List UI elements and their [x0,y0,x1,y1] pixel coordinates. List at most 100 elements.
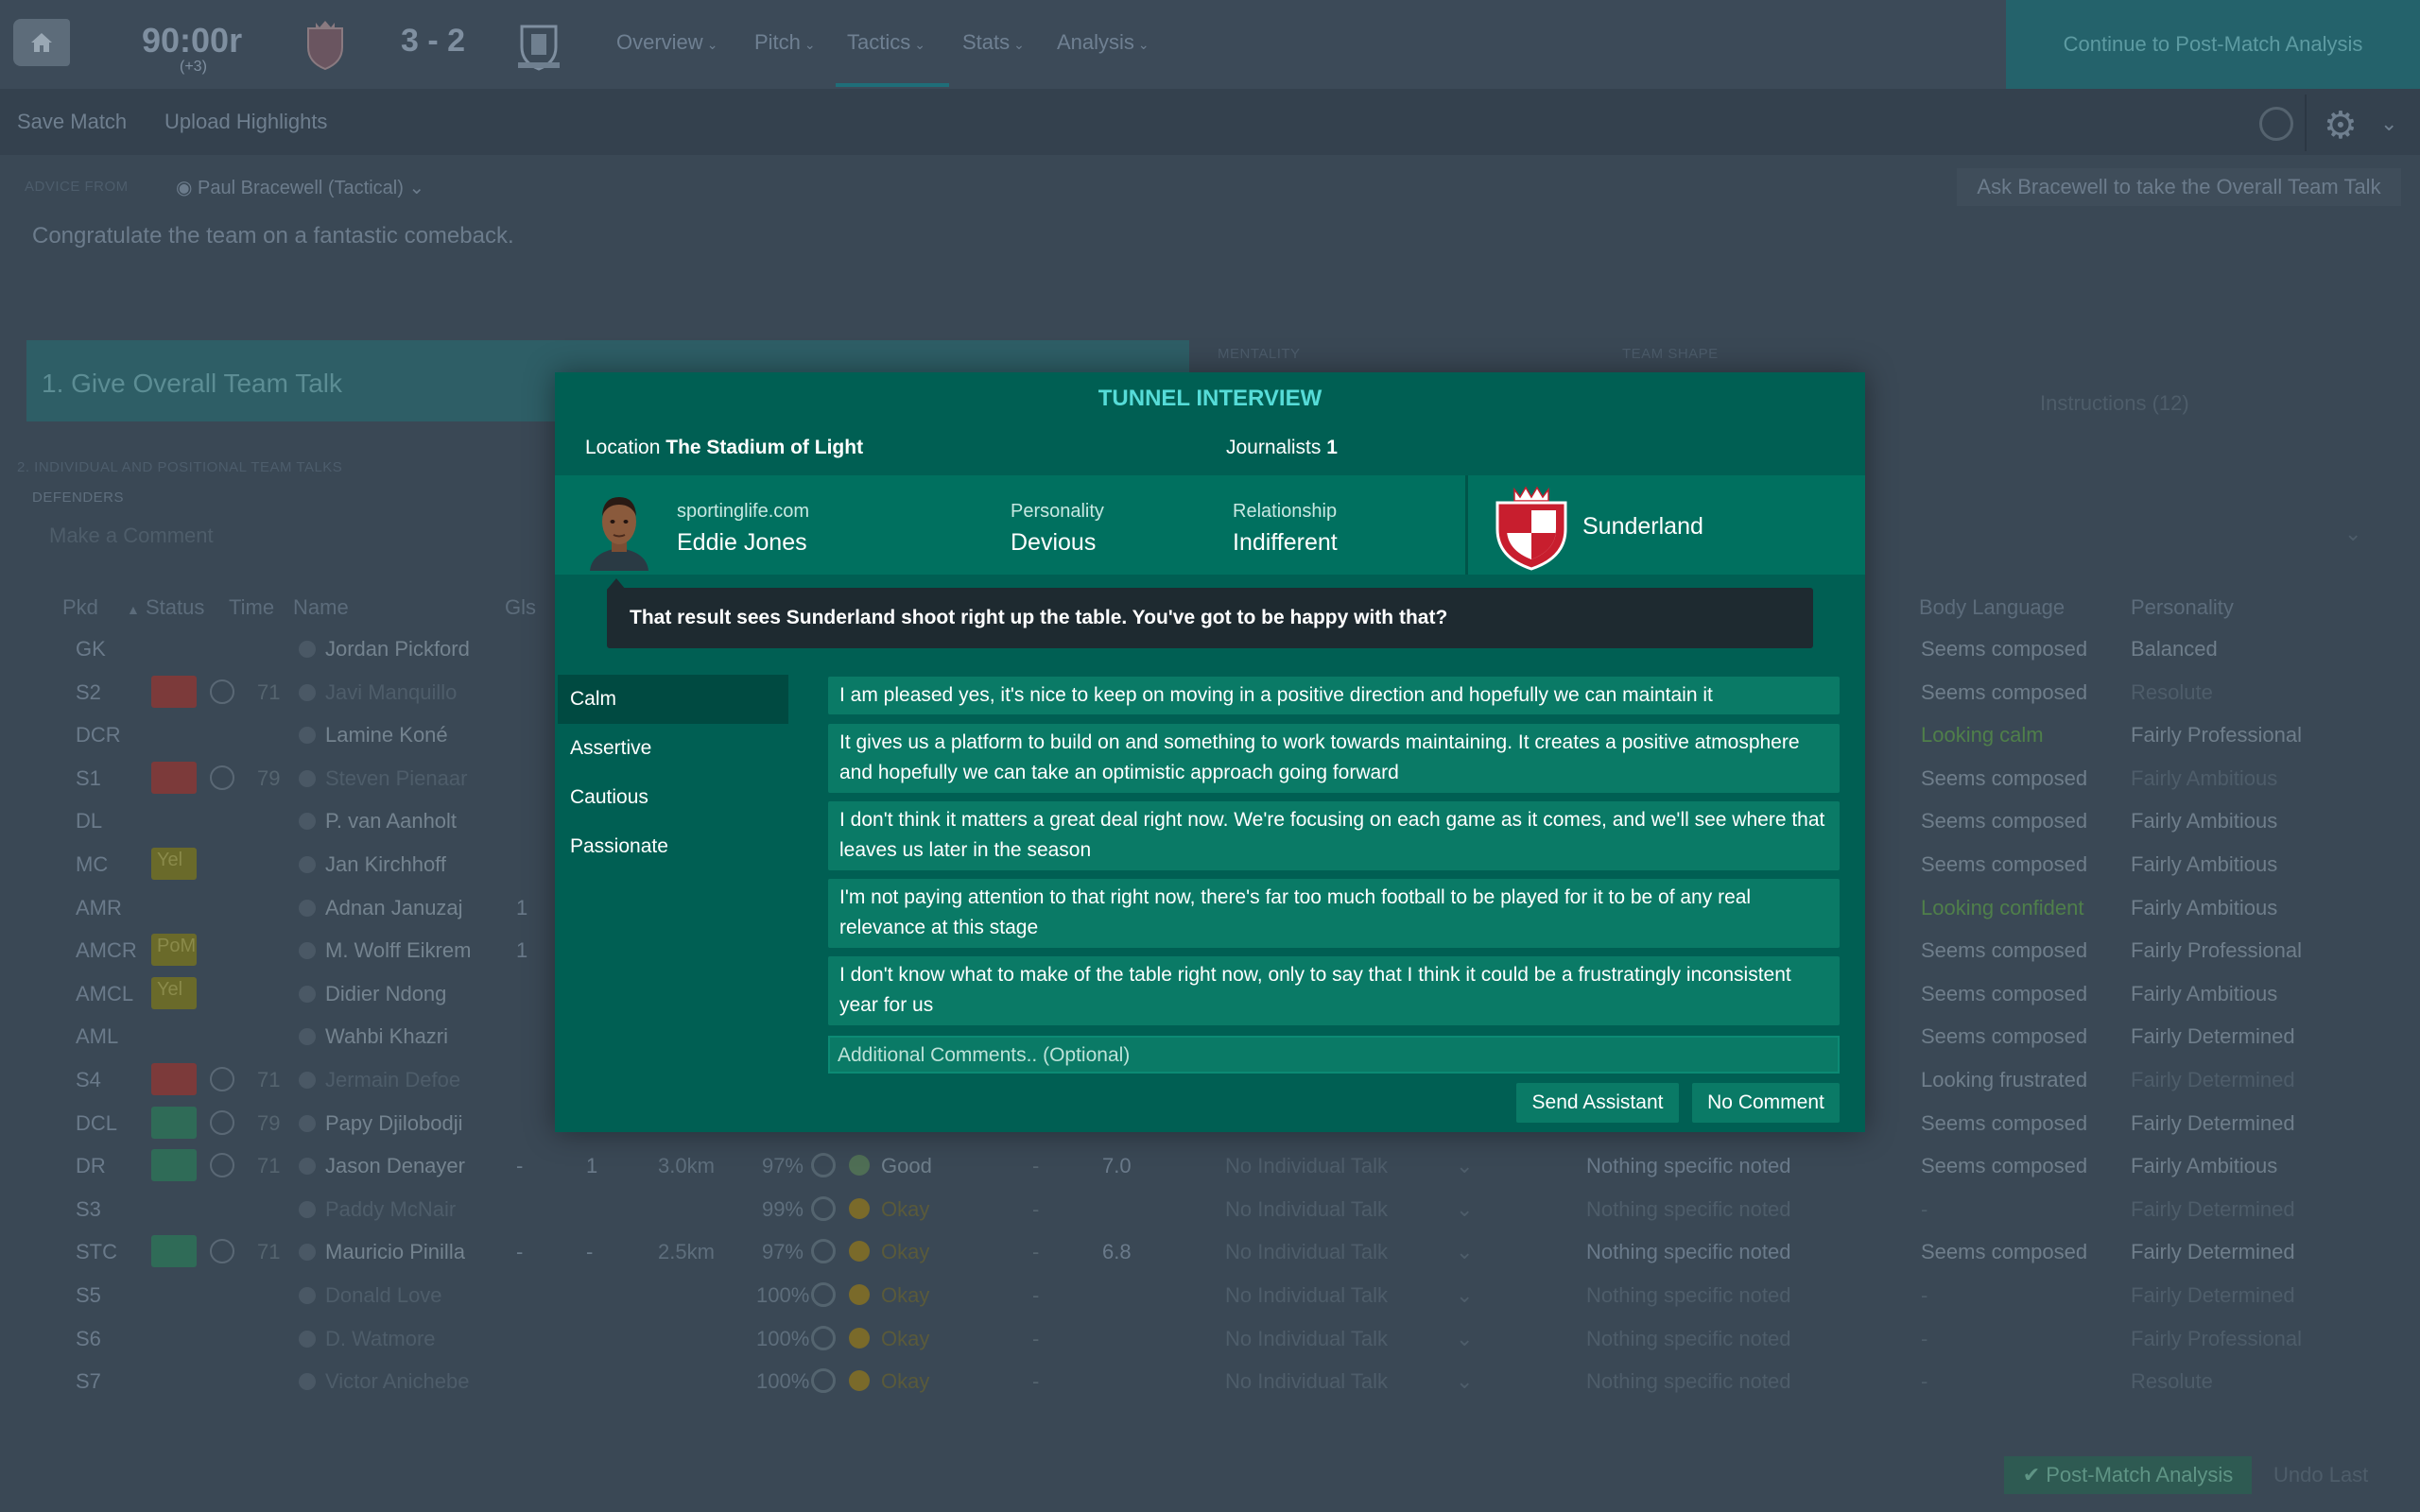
nav-tactics[interactable]: Tactics ⌄ [847,30,925,55]
divider [2305,94,2307,151]
table-row[interactable]: DR 71 Jason Denayer - 1 3.0km 97% Good - 7.0 No In… [0,1144,2420,1188]
tone-calm[interactable]: Calm [558,675,788,724]
condition-ring-icon [811,1282,836,1307]
player-position: S3 [76,1196,101,1221]
player-distance: 2.5km [658,1240,715,1264]
col-status[interactable]: ▲ Status [127,595,204,620]
upload-highlights-button[interactable]: Upload Highlights [164,110,327,134]
ask-assistant-button[interactable]: Ask Bracewell to take the Overall Team T… [1957,168,2401,206]
nav-stats-label: Stats [962,30,1011,54]
player-condition: Okay [881,1326,930,1350]
nav-pitch-label: Pitch [754,30,801,54]
col-gls[interactable]: Gls [505,595,536,620]
journalist-avatar[interactable] [584,490,654,571]
player-name: Adnan Januzaj [325,895,463,919]
chevron-down-icon: ⌄ [1456,1326,1474,1350]
status-badge: Yel [151,848,197,880]
send-assistant-button[interactable]: Send Assistant [1516,1083,1679,1123]
substituted-off-icon [151,675,197,708]
body-language: - [1921,1369,1928,1394]
table-row[interactable]: S5 Donald Love 100% Okay - No Individual Talk… [0,1274,2420,1317]
player-name: Lamine Koné [325,723,448,747]
journalists-value: 1 [1326,437,1338,458]
tone-cautious[interactable]: Cautious [558,773,788,822]
tone-assertive[interactable]: Assertive [558,724,788,773]
added-time: (+3) [180,59,207,75]
no-comment-button[interactable]: No Comment [1692,1083,1840,1123]
info-icon [299,1330,316,1348]
journalist-name[interactable]: Eddie Jones [677,529,807,557]
relationship-value: Indifferent [1233,529,1338,556]
nav-overview[interactable]: Overview ⌄ [616,30,717,55]
chevron-down-icon[interactable]: ⌄ [2344,522,2361,546]
chevron-down-icon[interactable]: ⌄ [2380,112,2397,136]
match-score: 3 - 2 [401,23,466,59]
relationship-label: Relationship [1233,501,1338,522]
dash-text: - [1032,1240,1040,1264]
player-personality: Fairly Ambitious [2131,895,2278,919]
home-button[interactable] [13,19,70,66]
club-crest[interactable] [1494,484,1569,571]
answer-option-3[interactable]: I don't think it matters a great deal ri… [828,801,1840,870]
info-icon [299,1028,316,1046]
answer-option-2[interactable]: It gives us a platform to build on and s… [828,724,1840,793]
answer-option-5[interactable]: I don't know what to make of the table r… [828,956,1840,1025]
sort-asc-icon: ▲ [127,602,140,617]
table-row[interactable]: S6 D. Watmore 100% Okay - No Individual Talk ⌄… [0,1317,2420,1361]
chevron-down-icon: ⌄ [1456,1154,1474,1178]
player-name: M. Wolff Eikrem [325,938,472,963]
player-name: Paddy McNair [325,1196,457,1221]
table-row[interactable]: S3 Paddy McNair 99% Okay - No Individual Talk… [0,1188,2420,1231]
info-icon [299,727,316,745]
col-pkd[interactable]: Pkd [62,595,98,620]
record-icon[interactable] [2259,107,2293,141]
advice-from-value: Paul Bracewell (Tactical) [198,178,404,198]
additional-comments-input[interactable]: Additional Comments.. (Optional) [828,1036,1840,1074]
dash-text: - [1032,1196,1040,1221]
home-icon [31,33,52,52]
nav-pitch[interactable]: Pitch ⌄ [754,30,816,55]
body-language: Seems composed [1921,637,2088,661]
advice-from-select[interactable]: ◉ Paul Bracewell (Tactical) ⌄ [176,176,424,199]
player-assists: - [586,1240,594,1264]
player-pass-pct: 97% [761,1154,804,1178]
player-time: 71 [257,1154,281,1178]
defenders-comment-select[interactable]: Make a Comment [49,524,214,548]
table-row[interactable]: STC 71 Mauricio Pinilla - - 2.5km 97% Okay - 6.8 N… [0,1230,2420,1274]
individual-talk-select: No Individual Talk [1225,1326,1389,1350]
col-name[interactable]: Name [293,595,349,620]
answer-option-1[interactable]: I am pleased yes, it's nice to keep on m… [828,677,1840,714]
instructions-button[interactable]: Instructions (12) [2040,391,2189,416]
club-name[interactable]: Sunderland [1582,513,1703,541]
player-name: Jermain Defoe [325,1068,461,1091]
player-name: Steven Pienaar [325,765,468,790]
tone-passionate[interactable]: Passionate [558,822,788,871]
col-personality[interactable]: Personality [2131,595,2234,620]
player-personality: Fairly Determined [2131,1196,2295,1221]
player-condition: Okay [881,1196,930,1221]
condition-ring-icon [811,1325,836,1350]
table-row[interactable]: S7 Victor Anichebe 100% Okay - No Individual … [0,1360,2420,1403]
player-personality: Fairly Determined [2131,1240,2295,1264]
col-body-language[interactable]: Body Language [1919,595,2065,620]
undo-last-button[interactable]: Undo Last [2273,1463,2368,1487]
nav-analysis[interactable]: Analysis ⌄ [1057,30,1150,55]
player-name: Jordan Pickford [325,637,470,661]
answer-option-4[interactable]: I'm not paying attention to that right n… [828,879,1840,948]
post-match-analysis-button[interactable]: ✔ Post-Match Analysis [2004,1456,2252,1494]
save-match-button[interactable]: Save Match [17,110,127,134]
active-tab-indicator [836,83,949,87]
player-condition: Okay [881,1283,930,1307]
player-position: DCR [76,723,121,747]
info-icon [299,856,316,873]
chevron-down-icon: ⌄ [804,37,816,52]
player-time: 79 [257,765,281,790]
player-personality: Fairly Determined [2131,1283,2295,1307]
col-time[interactable]: Time [229,595,274,620]
nav-overview-label: Overview [616,30,703,54]
status-badge: Yel [151,976,197,1009]
gear-icon[interactable]: ⚙ [2324,104,2358,147]
player-condition: Okay [881,1240,930,1264]
continue-button[interactable]: Continue to Post-Match Analysis [2006,0,2420,89]
nav-stats[interactable]: Stats ⌄ [962,30,1025,55]
